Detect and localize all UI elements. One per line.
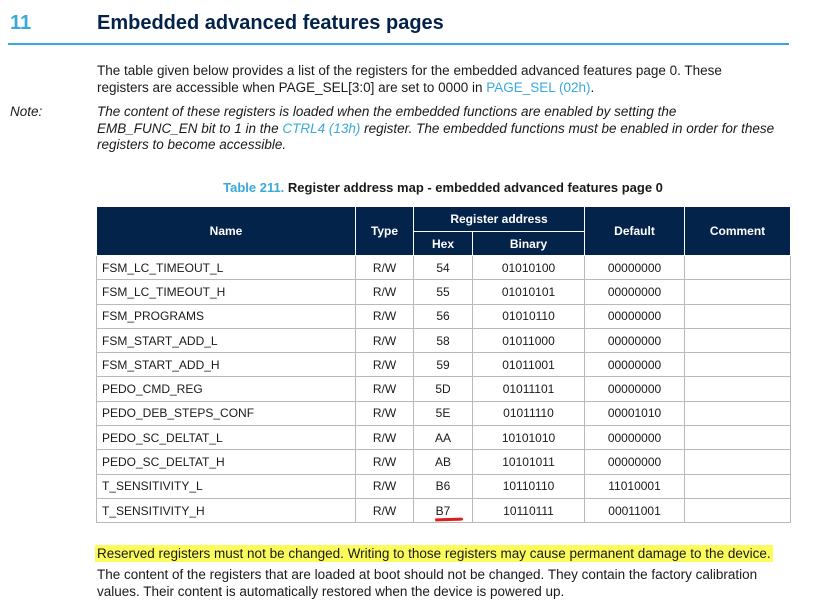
table-row: FSM_START_ADD_L R/W 58 01011000 00000000	[96, 327, 792, 354]
table-row: FSM_START_ADD_H R/W 59 01011001 00000000	[96, 352, 792, 378]
table-row: PEDO_DEB_STEPS_CONF R/W 5E 01011110 0000…	[96, 400, 792, 427]
cell-type: R/W	[355, 425, 414, 451]
cell-default: 11010001	[584, 473, 686, 499]
cell-hex: 5D	[413, 376, 473, 402]
cell-hex: 55	[413, 279, 473, 305]
cell-hex: AA	[413, 425, 473, 451]
cell-binary: 01011110	[471, 400, 586, 427]
cell-binary: 01010101	[471, 279, 586, 305]
cell-binary: 01011000	[471, 327, 586, 354]
cell-default: 00000000	[584, 352, 686, 378]
cell-type: R/W	[355, 497, 414, 524]
cell-type: R/W	[355, 376, 414, 402]
table-row: FSM_PROGRAMS R/W 56 01010110 00000000	[96, 303, 792, 329]
cell-default: 00000000	[584, 425, 686, 451]
table-caption-title: Register address map - embedded advanced…	[287, 180, 663, 195]
cell-comment	[684, 327, 792, 354]
cell-default: 00001010	[584, 400, 686, 427]
cell-name: FSM_LC_TIMEOUT_H	[96, 279, 356, 305]
table-caption-number[interactable]: Table 211.	[223, 180, 284, 195]
ctrl4-link[interactable]: CTRL4 (13h)	[282, 121, 360, 136]
col-header-name: Name	[96, 206, 356, 256]
cell-comment	[684, 473, 792, 499]
boot-note: The content of the registers that are lo…	[97, 567, 758, 599]
table-row: PEDO_CMD_REG R/W 5D 01011101 00000000	[96, 376, 792, 402]
cell-hex: B6	[413, 473, 473, 499]
cell-comment	[684, 279, 792, 305]
cell-name: PEDO_SC_DELTAT_L	[96, 425, 356, 451]
col-header-default: Default	[584, 206, 686, 256]
page-sel-link[interactable]: PAGE_SEL (02h)	[486, 80, 590, 95]
cell-binary: 10101010	[471, 425, 586, 451]
cell-binary: 10110111	[471, 497, 586, 524]
warning-highlight: Reserved registers must not be changed. …	[95, 545, 773, 562]
title-rule	[8, 43, 789, 45]
cell-type: R/W	[355, 303, 414, 329]
cell-type: R/W	[355, 400, 414, 427]
cell-default: 00000000	[584, 254, 686, 281]
col-header-comment: Comment	[684, 206, 792, 256]
cell-default: 00000000	[584, 449, 686, 475]
cell-binary: 01011101	[471, 376, 586, 402]
cell-hex: 56	[413, 303, 473, 329]
intro-text-end: .	[590, 79, 595, 95]
cell-name: PEDO_SC_DELTAT_H	[96, 449, 356, 475]
note-paragraph: The content of these registers is loaded…	[97, 104, 777, 154]
cell-comment	[684, 400, 792, 427]
cell-default: 00000000	[584, 279, 686, 305]
note-label: Note:	[10, 104, 43, 119]
cell-type: R/W	[355, 279, 414, 305]
intro-text: The table given below provides a list of…	[97, 63, 722, 95]
register-map-table: Name Type Register address Default Comme…	[96, 206, 792, 524]
cell-name: FSM_PROGRAMS	[96, 303, 356, 329]
cell-hex: 58	[413, 327, 473, 354]
col-header-hex: Hex	[413, 231, 473, 256]
cell-comment	[684, 376, 792, 402]
table-caption: Table 211. Register address map - embedd…	[97, 180, 789, 195]
cell-name: FSM_LC_TIMEOUT_L	[96, 254, 356, 281]
section-number: 11	[10, 12, 32, 34]
cell-binary: 01010100	[471, 254, 586, 281]
cell-comment	[684, 352, 792, 378]
cell-hex: AB	[413, 449, 473, 475]
cell-default: 00000000	[584, 327, 686, 354]
col-header-binary: Binary	[471, 231, 586, 256]
table-row: T_SENSITIVITY_L R/W B6 10110110 11010001	[96, 473, 792, 499]
cell-name: PEDO_CMD_REG	[96, 376, 356, 402]
cell-name: FSM_START_ADD_H	[96, 352, 356, 378]
cell-default: 00000000	[584, 376, 686, 402]
cell-comment	[684, 449, 792, 475]
section-title: Embedded advanced features pages	[97, 12, 444, 34]
cell-hex: 59	[413, 352, 473, 378]
cell-type: R/W	[355, 327, 414, 354]
cell-binary: 01011001	[471, 352, 586, 378]
cell-name: T_SENSITIVITY_H	[96, 497, 356, 524]
cell-comment	[684, 497, 792, 524]
intro-paragraph: The table given below provides a list of…	[97, 63, 777, 96]
cell-default: 00011001	[584, 497, 686, 524]
cell-comment	[684, 254, 792, 281]
cell-binary: 10101011	[471, 449, 586, 475]
table-row: PEDO_SC_DELTAT_L R/W AA 10101010 0000000…	[96, 425, 792, 451]
cell-hex: 54	[413, 254, 473, 281]
cell-default: 00000000	[584, 303, 686, 329]
cell-name: T_SENSITIVITY_L	[96, 473, 356, 499]
col-header-register-address: Register address	[412, 206, 586, 232]
cell-comment	[684, 425, 792, 451]
col-header-type: Type	[355, 206, 414, 256]
cell-comment	[684, 303, 792, 329]
cell-binary: 10110110	[471, 473, 586, 499]
cell-type: R/W	[355, 449, 414, 475]
cell-type: R/W	[355, 254, 414, 281]
table-row: FSM_LC_TIMEOUT_H R/W 55 01010101 0000000…	[96, 279, 792, 305]
table-row: PEDO_SC_DELTAT_H R/W AB 10101011 0000000…	[96, 449, 792, 475]
table-row: FSM_LC_TIMEOUT_L R/W 54 01010100 0000000…	[96, 254, 792, 281]
cell-type: R/W	[355, 352, 414, 378]
cell-name: PEDO_DEB_STEPS_CONF	[96, 400, 356, 427]
cell-name: FSM_START_ADD_L	[96, 327, 356, 354]
cell-binary: 01010110	[471, 303, 586, 329]
cell-type: R/W	[355, 473, 414, 499]
cell-hex: 5E	[413, 400, 473, 427]
